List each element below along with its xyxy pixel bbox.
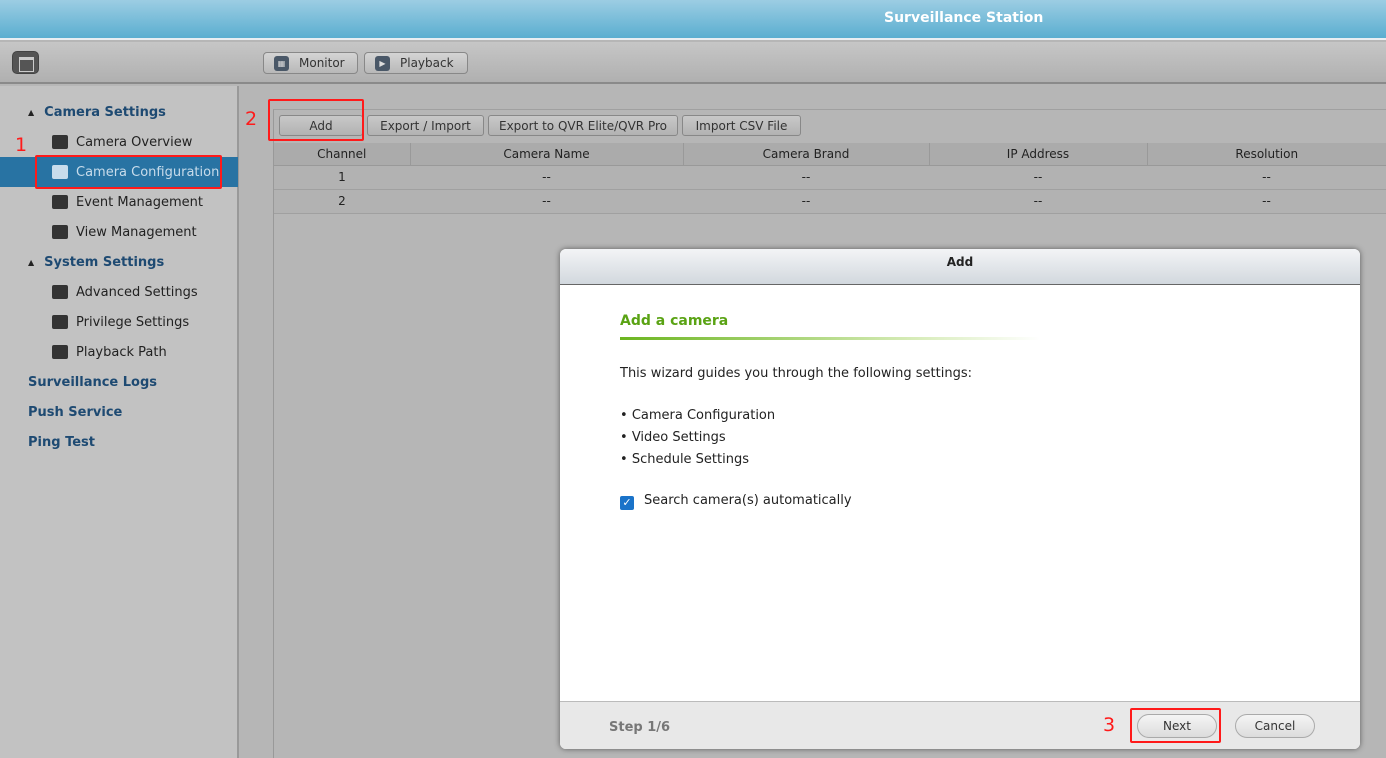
expand-triangle-icon[interactable]: ▲ <box>28 108 34 117</box>
toolbar <box>0 42 1386 84</box>
play-icon: ▶ <box>375 55 390 71</box>
sidebar-toggle-button[interactable] <box>12 51 39 74</box>
sidebar-item-label: Surveillance Logs <box>28 374 158 390</box>
step-indicator: Step 1/6 <box>609 720 671 735</box>
bullet-item: • Camera Configuration <box>620 408 776 423</box>
table-row[interactable]: 1 -- -- -- -- <box>274 165 1386 190</box>
col-camera-name[interactable]: Camera Name <box>410 143 684 166</box>
sidebar-item-push-service[interactable]: Push Service <box>0 397 238 427</box>
add-camera-dialog: Add Add a camera This wizard guides you … <box>560 249 1360 749</box>
highlight-add-button <box>268 99 364 141</box>
title-bar: Surveillance Station <box>0 0 1386 40</box>
highlight-next-button <box>1130 708 1221 743</box>
table-row[interactable]: 2 -- -- -- -- <box>274 189 1386 214</box>
export-qvr-button[interactable]: Export to QVR Elite/QVR Pro <box>488 115 678 136</box>
sidebar-item-label: Camera Settings <box>44 104 166 120</box>
sidebar-item-label: Privilege Settings <box>76 314 190 330</box>
monitor-label: Monitor <box>299 56 345 70</box>
cancel-button[interactable]: Cancel <box>1235 714 1315 738</box>
sidebar-item-label: Event Management <box>76 194 204 210</box>
search-auto-checkbox[interactable]: ✓ <box>620 496 634 510</box>
playback-label: Playback <box>400 56 454 70</box>
annotation-3: 3 <box>1103 714 1116 736</box>
cell: -- <box>683 189 929 214</box>
expand-triangle-icon[interactable]: ▲ <box>28 258 34 267</box>
dialog-title: Add <box>560 249 1360 285</box>
bullet-text: Camera Configuration <box>631 408 776 423</box>
cell: -- <box>1147 189 1386 214</box>
sidebar-item-label: System Settings <box>44 254 165 270</box>
sidebar-item-camera-settings[interactable]: ▲ Camera Settings <box>0 97 238 127</box>
sidebar-item-label: View Management <box>76 224 197 240</box>
bullet-item: • Video Settings <box>620 430 726 445</box>
cell: -- <box>1147 165 1386 190</box>
sidebar-item-ping-test[interactable]: Ping Test <box>0 427 238 457</box>
bullet-item: • Schedule Settings <box>620 452 750 467</box>
cell: 1 <box>274 165 410 190</box>
sidebar-item-view-management[interactable]: View Management <box>0 217 238 247</box>
sidebar-item-label: Push Service <box>28 404 123 420</box>
col-channel[interactable]: Channel <box>274 143 411 166</box>
monitor-button[interactable]: ▦ Monitor <box>263 52 358 74</box>
dialog-footer: Step 1/6 Next Cancel <box>560 701 1360 749</box>
playback-button[interactable]: ▶ Playback <box>364 52 468 74</box>
sidebar-item-label: Camera Overview <box>76 134 193 150</box>
sidebar-item-playback-path[interactable]: Playback Path <box>0 337 238 367</box>
sidebar-item-label: Ping Test <box>28 434 95 450</box>
list-icon <box>52 135 68 149</box>
bullet-text: Video Settings <box>631 430 726 445</box>
user-icon <box>52 315 68 329</box>
sidebar-item-label: Advanced Settings <box>76 284 198 300</box>
cell: -- <box>410 189 683 214</box>
camera-table: Channel Camera Name Camera Brand IP Addr… <box>274 143 1386 214</box>
bullet-text: Schedule Settings <box>631 452 750 467</box>
cell: -- <box>929 189 1147 214</box>
sidebar-item-event-management[interactable]: Event Management <box>0 187 238 217</box>
heading-underline <box>620 337 1040 340</box>
col-resolution[interactable]: Resolution <box>1147 143 1386 166</box>
annotation-1: 1 <box>15 134 28 156</box>
grid-icon <box>52 225 68 239</box>
dialog-heading: Add a camera <box>620 313 729 329</box>
app-title: Surveillance Station <box>884 10 1044 26</box>
sidebar-item-label: Playback Path <box>76 344 167 360</box>
sidebar-item-advanced-settings[interactable]: Advanced Settings <box>0 277 238 307</box>
cell: -- <box>929 165 1147 190</box>
cell: -- <box>410 165 683 190</box>
alert-icon <box>52 195 68 209</box>
highlight-camera-configuration <box>35 155 222 189</box>
monitor-icon: ▦ <box>274 55 289 71</box>
sidebar-item-camera-overview[interactable]: Camera Overview <box>0 127 238 157</box>
dialog-intro: This wizard guides you through the follo… <box>620 366 972 381</box>
col-ip-address[interactable]: IP Address <box>929 143 1148 166</box>
sidebar-item-surveillance-logs[interactable]: Surveillance Logs <box>0 367 238 397</box>
checkbox-label[interactable]: Search camera(s) automatically <box>644 493 852 508</box>
cell: -- <box>683 165 929 190</box>
cell: 2 <box>274 189 410 214</box>
wrench-icon <box>52 285 68 299</box>
sidebar-item-privilege-settings[interactable]: Privilege Settings <box>0 307 238 337</box>
import-csv-button[interactable]: Import CSV File <box>682 115 801 136</box>
col-camera-brand[interactable]: Camera Brand <box>683 143 930 166</box>
annotation-2: 2 <box>245 108 258 130</box>
sidebar-item-system-settings[interactable]: ▲ System Settings <box>0 247 238 277</box>
search-auto-option[interactable]: ✓ Search camera(s) automatically <box>620 493 1040 510</box>
playback-path-icon <box>52 345 68 359</box>
export-import-button[interactable]: Export / Import <box>367 115 484 136</box>
